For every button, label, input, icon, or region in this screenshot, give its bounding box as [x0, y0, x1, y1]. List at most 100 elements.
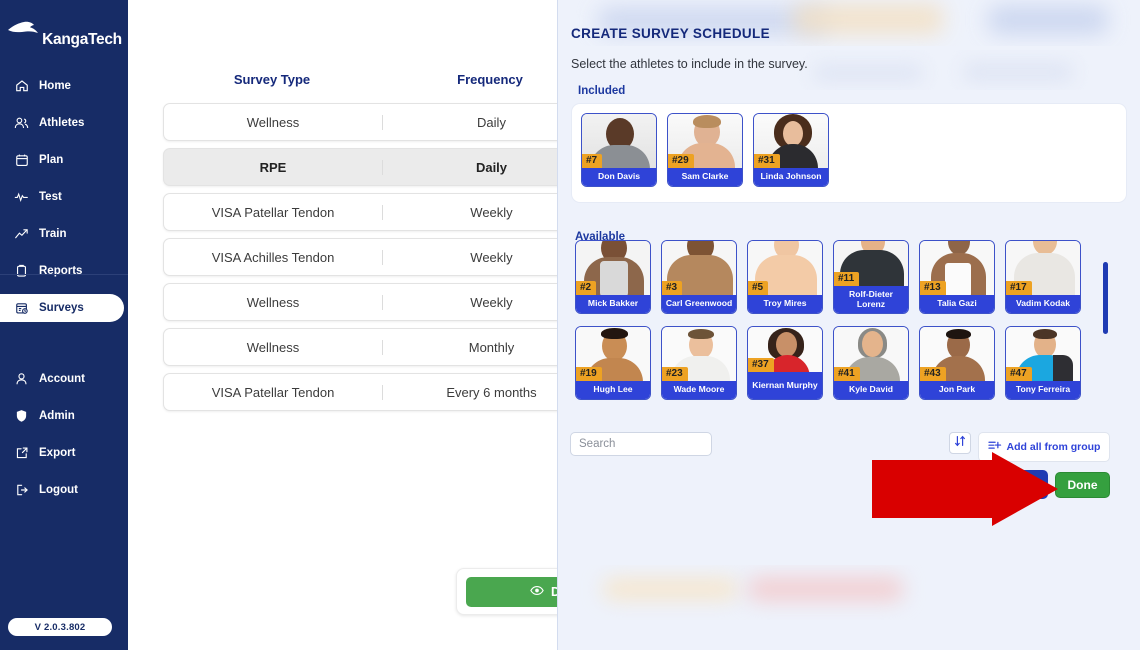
athlete-number: #23 — [662, 367, 688, 381]
sidebar-item-label: Admin — [39, 410, 75, 422]
included-section-label: Included — [578, 85, 626, 97]
user-icon — [14, 372, 29, 387]
sidebar-item-label: Home — [39, 80, 71, 92]
sidebar-item-label: Train — [39, 228, 67, 240]
sidebar-item-admin[interactable]: Admin — [0, 402, 128, 430]
athlete-number: #11 — [834, 272, 860, 286]
shield-icon — [14, 409, 29, 424]
athlete-name: Mick Bakker — [576, 295, 650, 313]
athlete-name: Troy Mires — [748, 295, 822, 313]
athlete-card-available[interactable]: #13 Talia Gazi — [919, 240, 995, 314]
sidebar-item-athletes[interactable]: Athletes — [0, 109, 128, 137]
athlete-name: Carl Greenwood — [662, 295, 736, 313]
athlete-number: #43 — [920, 367, 946, 381]
athlete-number: #7 — [582, 154, 603, 168]
athlete-name: Kiernan Murphy — [748, 372, 822, 399]
add-users-icon — [987, 440, 1002, 455]
athlete-card-included[interactable]: #31 Linda Johnson — [753, 113, 829, 187]
athlete-name: Sam Clarke — [668, 168, 742, 186]
sidebar-item-export[interactable]: Export — [0, 439, 128, 467]
sidebar-item-label: Plan — [39, 154, 64, 166]
home-icon — [14, 79, 29, 94]
sidebar-item-account[interactable]: Account — [0, 365, 128, 393]
included-athletes-panel: #7 Don Davis #29 Sam Clarke #31 Linda Jo… — [571, 103, 1127, 203]
athlete-card-available[interactable]: #43 Jon Park — [919, 326, 995, 400]
athlete-number: #2 — [576, 281, 597, 295]
sidebar-item-test[interactable]: Test — [0, 183, 128, 211]
sidebar-item-plan[interactable]: Plan — [0, 146, 128, 174]
sidebar-item-reports[interactable]: Reports — [0, 257, 128, 285]
trend-icon — [14, 227, 29, 242]
available-athletes-panel: #2 Mick Bakker #3 Carl Greenwood #5 Troy… — [571, 240, 1127, 424]
done-button[interactable]: Done — [1055, 472, 1110, 498]
athlete-card-available[interactable]: #3 Carl Greenwood — [661, 240, 737, 314]
athlete-card-available[interactable]: #23 Wade Moore — [661, 326, 737, 400]
cell-survey-type: RPE — [259, 159, 287, 175]
sidebar-item-train[interactable]: Train — [0, 220, 128, 248]
scrollbar-thumb[interactable] — [1103, 262, 1108, 334]
cell-survey-type: VISA Patellar Tendon — [211, 384, 335, 400]
blurred-background-bottom — [558, 565, 1140, 620]
secondary-action-button[interactable] — [1002, 470, 1048, 499]
add-all-label: Add all from group — [1006, 441, 1101, 453]
athlete-card-available[interactable]: #19 Hugh Lee — [575, 326, 651, 400]
column-header-survey-type: Survey Type — [233, 72, 311, 87]
available-list-scrollbar[interactable] — [1103, 252, 1108, 420]
done-button-label: Done — [1067, 478, 1098, 492]
modal-title: CREATE SURVEY SCHEDULE — [571, 26, 770, 41]
modal-subtitle: Select the athletes to include in the su… — [571, 57, 808, 71]
athlete-name: Don Davis — [582, 168, 656, 186]
survey-icon — [14, 301, 29, 316]
cell-survey-type: Wellness — [246, 294, 300, 310]
athlete-card-included[interactable]: #7 Don Davis — [581, 113, 657, 187]
athlete-number: #17 — [1006, 281, 1032, 295]
sidebar-item-label: Logout — [39, 484, 78, 496]
sidebar-item-label: Account — [39, 373, 85, 385]
sort-updown-icon — [954, 434, 966, 452]
cell-survey-type: Wellness — [246, 114, 300, 130]
athlete-name: Wade Moore — [662, 381, 736, 399]
athlete-card-available[interactable]: #47 Tony Ferreira — [1005, 326, 1081, 400]
sidebar-item-home[interactable]: Home — [0, 72, 128, 100]
sidebar-bottom-nav: Account Admin Export Logout — [0, 365, 128, 504]
clipboard-icon — [14, 264, 29, 279]
athlete-name: Vadim Kodak — [1006, 295, 1080, 313]
cell-survey-type: VISA Achilles Tendon — [211, 249, 335, 265]
athlete-number: #19 — [576, 367, 602, 381]
athlete-name: Talia Gazi — [920, 295, 994, 313]
athlete-number: #13 — [920, 281, 946, 295]
athlete-card-available[interactable]: #2 Mick Bakker — [575, 240, 651, 314]
athlete-number: #29 — [668, 154, 694, 168]
athlete-card-available[interactable]: #17 Vadim Kodak — [1005, 240, 1081, 314]
athlete-number: #41 — [834, 367, 860, 381]
athlete-card-available[interactable]: #11 Rolf-Dieter Lorenz — [833, 240, 909, 314]
sidebar-item-label: Athletes — [39, 117, 85, 129]
sidebar: KangaTech Home Athletes Plan Test Train … — [0, 0, 128, 650]
cell-survey-type: VISA Patellar Tendon — [211, 204, 335, 220]
athlete-name: Jon Park — [920, 381, 994, 399]
athlete-card-included[interactable]: #29 Sam Clarke — [667, 113, 743, 187]
athlete-card-available[interactable]: #37 Kiernan Murphy — [747, 326, 823, 400]
calendar-icon — [14, 153, 29, 168]
athlete-name: Linda Johnson — [754, 168, 828, 186]
search-input[interactable] — [570, 432, 712, 456]
kangaroo-icon — [6, 21, 40, 43]
athlete-card-available[interactable]: #5 Troy Mires — [747, 240, 823, 314]
sidebar-item-label: Test — [39, 191, 62, 203]
brand-name: KangaTech — [42, 30, 122, 48]
athlete-name: Tony Ferreira — [1006, 381, 1080, 399]
sidebar-item-logout[interactable]: Logout — [0, 476, 128, 504]
add-all-from-group-button[interactable]: Add all from group — [978, 432, 1110, 462]
version-badge: V 2.0.3.802 — [8, 618, 112, 636]
sidebar-nav: Home Athletes Plan Test Train Reports Su… — [0, 72, 128, 322]
sidebar-item-label: Reports — [39, 265, 83, 277]
athlete-number: #31 — [754, 154, 780, 168]
brand-logo[interactable]: KangaTech — [0, 0, 128, 56]
pulse-icon — [14, 190, 29, 205]
cell-survey-type: Wellness — [246, 339, 300, 355]
sidebar-item-surveys[interactable]: Surveys — [0, 294, 124, 322]
athlete-number: #3 — [662, 281, 683, 295]
athlete-card-available[interactable]: #41 Kyle David — [833, 326, 909, 400]
sidebar-divider — [0, 274, 128, 275]
sort-button[interactable] — [949, 432, 971, 454]
